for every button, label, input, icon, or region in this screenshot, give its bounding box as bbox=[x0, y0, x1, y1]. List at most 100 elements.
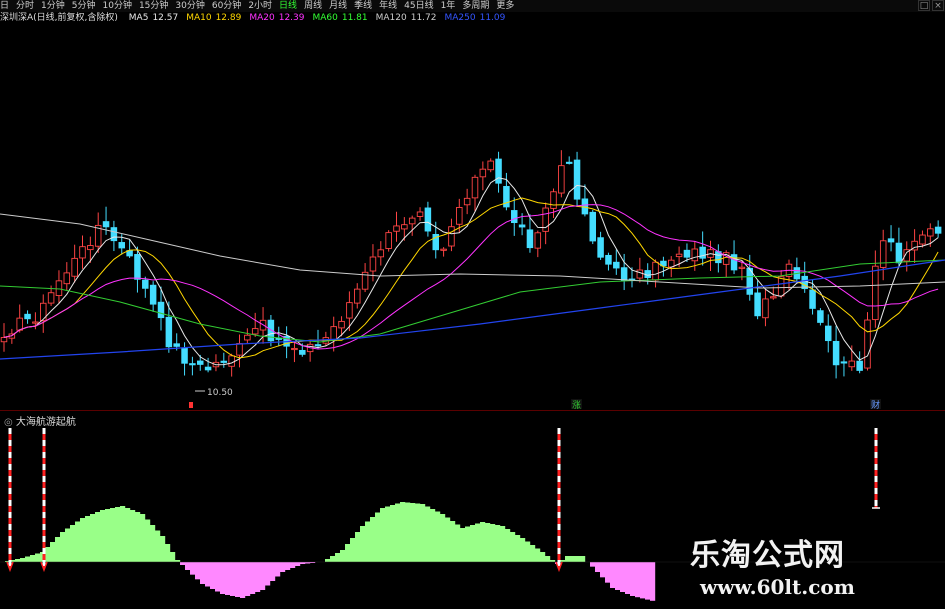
candle-body bbox=[102, 221, 110, 228]
candle-body bbox=[440, 248, 447, 251]
period-tab[interactable]: 15分钟 bbox=[139, 0, 168, 12]
histogram-bar bbox=[115, 507, 121, 562]
period-tab[interactable]: 10分钟 bbox=[103, 0, 132, 12]
candle-body bbox=[401, 224, 408, 230]
histogram-bar bbox=[240, 562, 246, 598]
histogram-bar bbox=[150, 525, 156, 562]
histogram-bar bbox=[80, 518, 86, 562]
histogram-bar bbox=[345, 544, 351, 562]
candle-body bbox=[809, 289, 816, 309]
histogram-bar bbox=[365, 521, 371, 562]
period-tab[interactable]: 更多 bbox=[496, 0, 514, 12]
ma-label: MA10 bbox=[186, 13, 212, 23]
histogram-bar bbox=[245, 562, 251, 596]
histogram-bar bbox=[540, 552, 546, 562]
candle-body bbox=[864, 319, 871, 369]
period-tab[interactable]: 日线 bbox=[279, 0, 297, 12]
ma-label: MA250 bbox=[444, 13, 476, 23]
histogram-bar bbox=[50, 542, 56, 562]
candle-body bbox=[244, 334, 251, 341]
histogram-bar bbox=[455, 524, 461, 562]
period-tab[interactable]: 2小时 bbox=[248, 0, 272, 12]
period-tab[interactable]: 年线 bbox=[379, 0, 397, 12]
candle-body bbox=[817, 310, 824, 323]
panel-divider bbox=[0, 410, 945, 411]
histogram-bar bbox=[480, 522, 486, 562]
restore-button[interactable]: □ bbox=[918, 0, 930, 11]
histogram-bar bbox=[600, 562, 606, 578]
candle-body bbox=[291, 347, 298, 351]
period-tab[interactable]: 30分钟 bbox=[175, 0, 204, 12]
candle-body bbox=[511, 210, 518, 224]
histogram-bar bbox=[250, 562, 256, 594]
candle-body bbox=[479, 168, 487, 178]
histogram-bar bbox=[205, 562, 211, 587]
candle-body bbox=[346, 302, 353, 319]
histogram-bar bbox=[435, 511, 441, 562]
candle-body bbox=[738, 266, 746, 269]
histogram-bar bbox=[25, 556, 31, 562]
candle-body bbox=[55, 280, 63, 296]
histogram-bar bbox=[490, 524, 496, 562]
histogram-bar bbox=[105, 509, 111, 562]
histogram-bar bbox=[100, 510, 106, 562]
candle-body bbox=[118, 242, 125, 249]
histogram-bar bbox=[280, 562, 286, 572]
histogram-bar bbox=[530, 545, 536, 562]
histogram-bar bbox=[85, 516, 91, 562]
histogram-bar bbox=[260, 562, 266, 590]
histogram-bar bbox=[630, 562, 636, 596]
ma-value: 12.89 bbox=[215, 13, 242, 23]
histogram-bar bbox=[190, 562, 196, 575]
candle-body bbox=[24, 313, 31, 320]
candle-body bbox=[620, 267, 628, 282]
histogram-bar bbox=[550, 560, 556, 562]
histogram-bar bbox=[200, 562, 206, 584]
ma-label: MA5 bbox=[128, 13, 149, 23]
ma-value: 11.81 bbox=[341, 13, 368, 23]
candle-body bbox=[762, 298, 769, 319]
period-tab[interactable]: 45日线 bbox=[404, 0, 433, 12]
histogram-bar bbox=[330, 556, 336, 562]
period-tab[interactable]: 周线 bbox=[304, 0, 322, 12]
candle-body bbox=[597, 237, 604, 258]
histogram-bar bbox=[375, 512, 381, 562]
histogram-bar bbox=[20, 558, 26, 562]
candle-body bbox=[165, 316, 173, 348]
close-button[interactable]: × bbox=[932, 0, 944, 11]
period-tab[interactable]: 1年 bbox=[441, 0, 456, 12]
histogram-bar bbox=[415, 503, 421, 562]
histogram-bar bbox=[335, 553, 341, 562]
period-tab[interactable]: 分时 bbox=[16, 0, 34, 12]
histogram-bar bbox=[650, 562, 656, 601]
candlestick-chart[interactable]: 10.50 涨 财 bbox=[0, 24, 945, 410]
event-marker bbox=[189, 402, 193, 408]
histogram-bar bbox=[405, 502, 411, 562]
candle-body bbox=[550, 191, 557, 209]
histogram-bar bbox=[450, 521, 456, 562]
period-tab[interactable]: 60分钟 bbox=[212, 0, 241, 12]
histogram-bar bbox=[370, 517, 376, 562]
ma-value: 12.57 bbox=[152, 13, 179, 23]
histogram-bar bbox=[425, 506, 431, 562]
period-tab[interactable]: 季线 bbox=[354, 0, 372, 12]
candle-body bbox=[448, 226, 455, 247]
candle-body bbox=[644, 270, 651, 279]
candle-body bbox=[87, 245, 94, 251]
period-tab[interactable]: 日 bbox=[0, 0, 9, 12]
ma-value: 11.09 bbox=[479, 13, 506, 23]
histogram-bar bbox=[130, 510, 136, 562]
histogram-bar bbox=[125, 508, 131, 562]
period-tab[interactable]: 多周期 bbox=[462, 0, 489, 12]
histogram-bar bbox=[160, 536, 166, 562]
candle-body bbox=[840, 361, 848, 364]
histogram-bar bbox=[410, 503, 416, 562]
period-tab[interactable]: 5分钟 bbox=[72, 0, 96, 12]
histogram-bar bbox=[580, 556, 586, 562]
period-tab[interactable]: 月线 bbox=[329, 0, 347, 12]
candle-body bbox=[0, 336, 8, 343]
period-tab[interactable]: 1分钟 bbox=[41, 0, 65, 12]
candle-body bbox=[471, 176, 479, 199]
ma-label: MA120 bbox=[375, 13, 407, 23]
histogram-bar bbox=[195, 562, 201, 580]
